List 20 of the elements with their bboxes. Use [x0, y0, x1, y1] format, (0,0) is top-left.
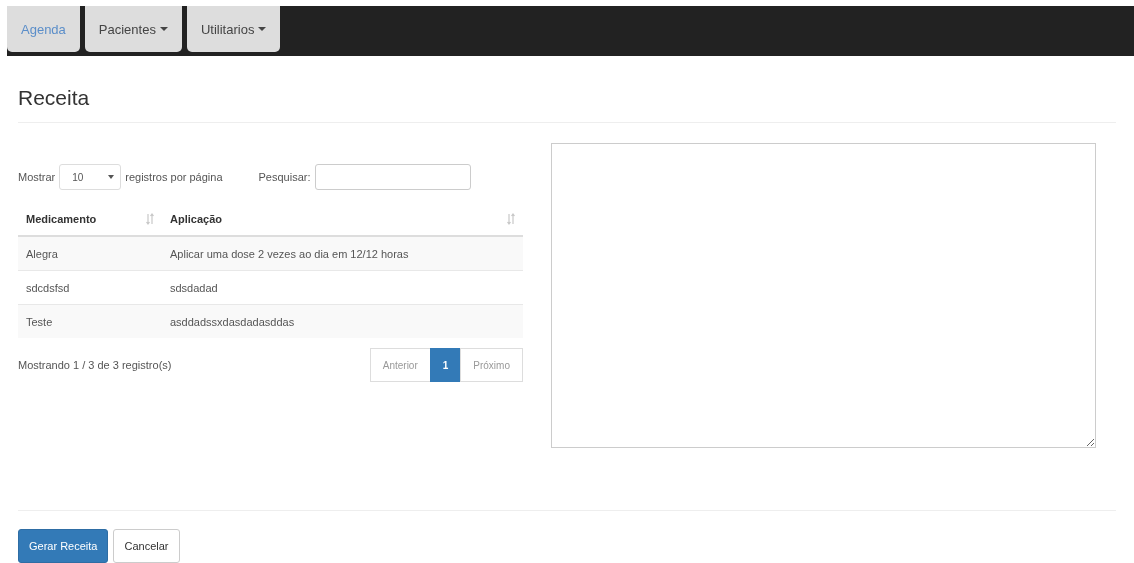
page-title: Receita: [18, 56, 1116, 123]
table-cell: Teste: [18, 304, 162, 338]
generate-button[interactable]: Gerar Receita: [18, 529, 109, 563]
nav-tab[interactable]: Pacientes: [84, 6, 182, 52]
sort-icon: [146, 212, 154, 225]
search-label: Pesquisar:: [258, 171, 311, 183]
table-cell: Alegra: [18, 236, 162, 271]
records-info: Mostrando 1 / 3 de 3 registro(s): [18, 359, 172, 371]
cancel-button[interactable]: Cancelar: [113, 529, 180, 563]
caret-icon: [108, 175, 115, 179]
prescription-text-area[interactable]: [551, 143, 1096, 448]
search-field[interactable]: [314, 164, 471, 190]
page-button[interactable]: 1: [429, 348, 462, 382]
sort-icon: [507, 212, 515, 225]
nav-tab[interactable]: Utilitarios: [186, 6, 281, 52]
table-cell: Aplicar uma dose 2 vezes ao dia em 12/12 horas: [162, 236, 523, 271]
table-cell: asddadssxdasdadasddas: [162, 304, 523, 338]
page-size-select[interactable]: 10: [59, 164, 122, 190]
per-page-label: registros por página: [125, 171, 223, 183]
show-label: Mostrar: [18, 171, 56, 183]
